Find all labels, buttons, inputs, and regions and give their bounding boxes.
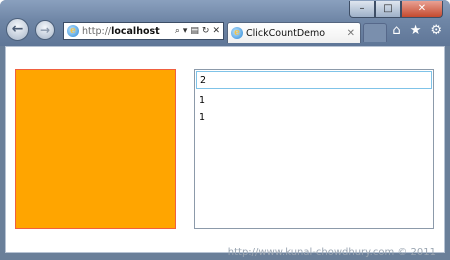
ie-page-icon: e bbox=[67, 25, 79, 37]
tab-title: ClickCountDemo bbox=[246, 27, 326, 39]
ie-tab-icon: e bbox=[231, 27, 243, 39]
close-tab-icon[interactable]: ✕ bbox=[347, 28, 355, 39]
tab-clickcountdemo[interactable]: e ClickCountDemo ✕ bbox=[227, 22, 361, 43]
browser-window: – □ ✕ ← → e http://localhost ⌕ ▾ ▤ ↻ ✕ e… bbox=[0, 0, 450, 260]
address-url: http://localhost bbox=[82, 26, 160, 37]
close-window-button[interactable]: ✕ bbox=[401, 1, 443, 18]
address-actions: ⌕ ▾ ▤ ↻ ✕ bbox=[175, 26, 223, 36]
address-bar[interactable]: e http://localhost ⌕ ▾ ▤ ↻ ✕ bbox=[63, 22, 224, 40]
click-target-box[interactable] bbox=[15, 69, 176, 229]
favorites-star-icon[interactable]: ★ bbox=[410, 23, 422, 38]
list-item: 1 bbox=[199, 95, 206, 106]
new-tab-button[interactable] bbox=[363, 23, 387, 42]
compatibility-icon[interactable]: ▤ bbox=[190, 26, 199, 36]
minimize-button[interactable]: – bbox=[349, 1, 375, 18]
dropdown-icon[interactable]: ▾ bbox=[183, 26, 188, 36]
page-content: 1 1 bbox=[5, 46, 445, 253]
output-panel: 1 1 bbox=[194, 69, 434, 229]
click-log-list: 1 1 bbox=[199, 92, 205, 126]
toolbar-icons: ⌂ ★ ⚙ bbox=[392, 23, 442, 38]
arrow-right-icon: → bbox=[39, 23, 51, 37]
maximize-button[interactable]: □ bbox=[375, 1, 401, 18]
stop-icon[interactable]: ✕ bbox=[212, 26, 220, 36]
search-icon[interactable]: ⌕ bbox=[175, 26, 180, 36]
forward-button[interactable]: → bbox=[35, 20, 55, 40]
url-host: localhost bbox=[111, 25, 160, 37]
gear-icon[interactable]: ⚙ bbox=[430, 23, 442, 38]
refresh-icon[interactable]: ↻ bbox=[202, 26, 210, 36]
list-item: 1 bbox=[199, 112, 206, 123]
url-scheme: http:// bbox=[82, 25, 112, 37]
back-button[interactable]: ← bbox=[6, 18, 29, 41]
watermark-text: http://www.kunal-chowdhury.com © 2011 bbox=[227, 247, 436, 258]
home-icon[interactable]: ⌂ bbox=[392, 23, 400, 38]
arrow-left-icon: ← bbox=[11, 21, 24, 37]
count-input[interactable] bbox=[196, 71, 432, 89]
window-controls: – □ ✕ bbox=[349, 1, 443, 18]
browser-titlebar: – □ ✕ ← → e http://localhost ⌕ ▾ ▤ ↻ ✕ e… bbox=[0, 0, 450, 46]
